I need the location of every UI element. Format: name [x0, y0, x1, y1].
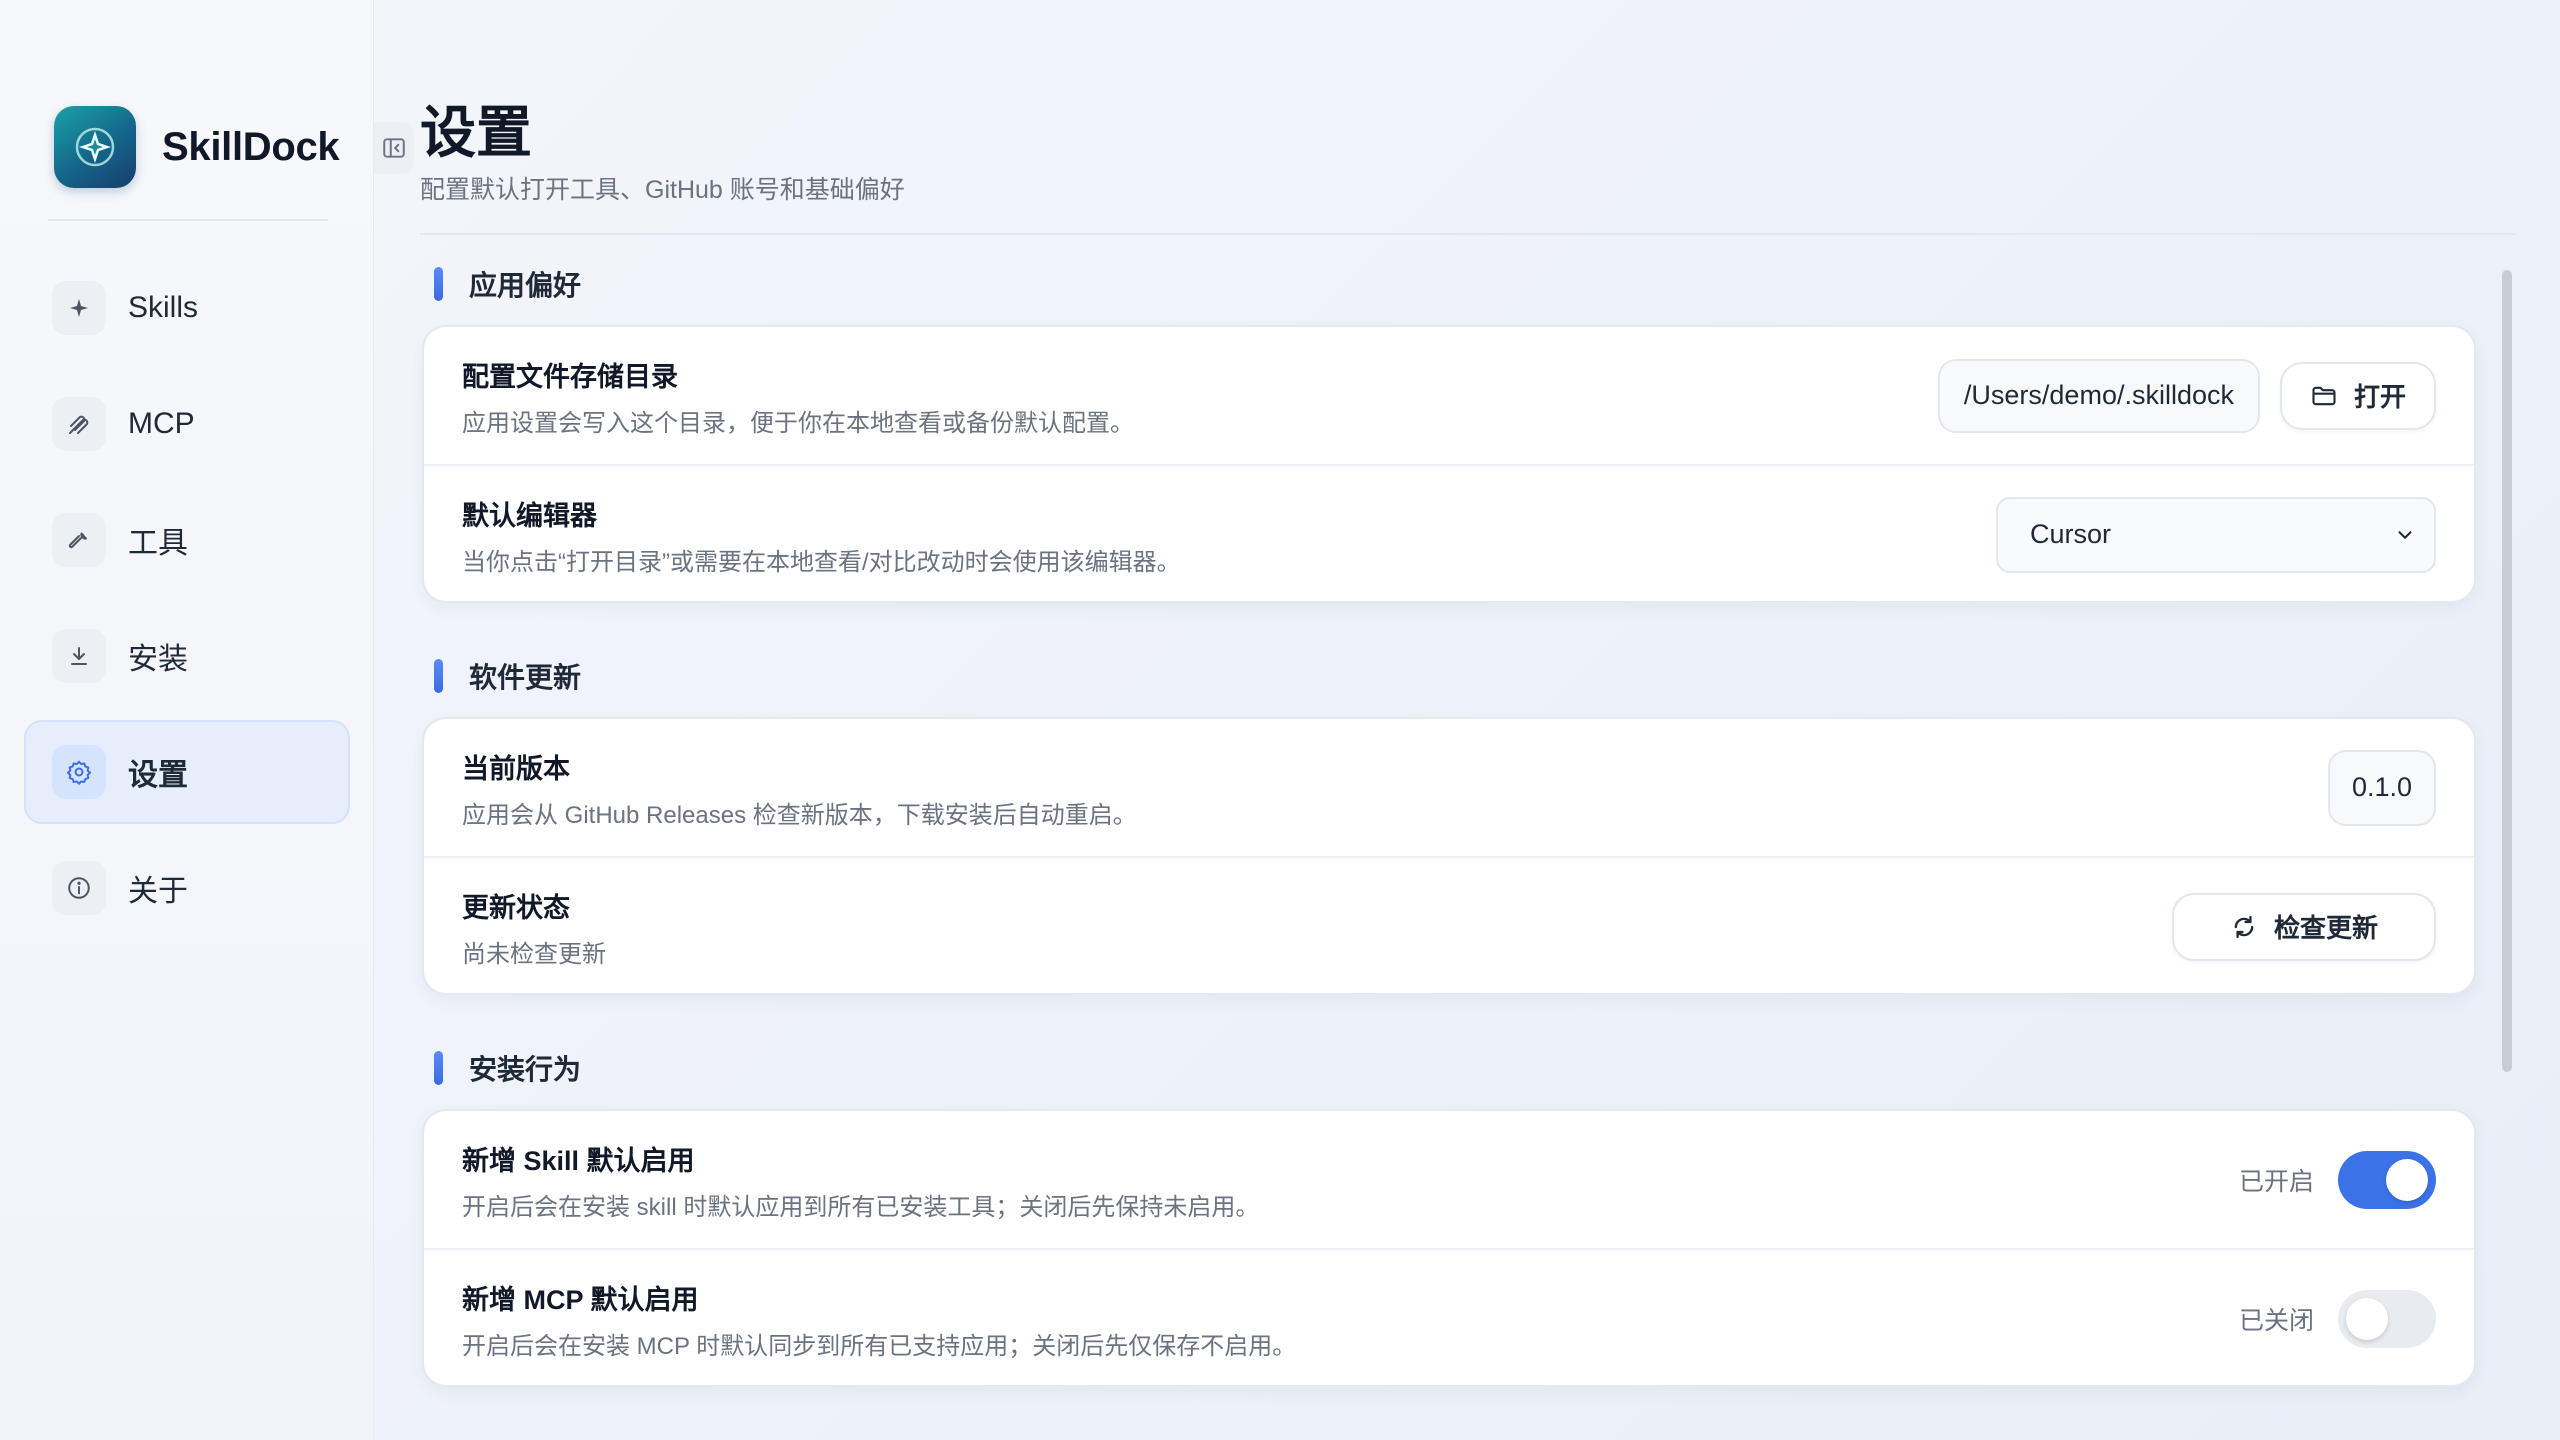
mcp-default-toggle[interactable]: [2338, 1289, 2436, 1348]
sidebar-item-label: 工具: [128, 527, 188, 560]
refresh-icon: [2234, 915, 2254, 938]
row-title: 当前版本: [462, 754, 570, 784]
section-title-text: 安装行为: [469, 1054, 582, 1085]
card-updates: 当前版本 应用会从 GitHub Releases 检查新版本，下载安装后自动重…: [422, 717, 2476, 995]
version-badge: 0.1.0: [2327, 749, 2436, 826]
row-update-status: 更新状态 尚未检查更新 检查更新: [424, 856, 2474, 993]
folder-icon: [2312, 386, 2336, 405]
sidebar-item-install[interactable]: 安装: [24, 604, 350, 708]
sidebar-item-settings[interactable]: 设置: [24, 720, 350, 824]
brand: SkillDock: [54, 106, 340, 188]
row-mcp-default: 新增 MCP 默认启用 开启后会在安装 MCP 时默认同步到所有已支持应用；关闭…: [424, 1248, 2474, 1385]
toggle-knob: [2386, 1158, 2428, 1201]
row-controls: 0.1.0: [2327, 719, 2436, 856]
page-subtitle: 配置默认打开工具、GitHub 账号和基础偏好: [420, 176, 905, 204]
vertical-scrollbar[interactable]: [2502, 270, 2512, 1072]
section-title-app-prefs: 应用偏好: [434, 264, 581, 304]
sidebar-item-about[interactable]: 关于: [24, 836, 350, 940]
open-folder-button[interactable]: 打开: [2280, 361, 2436, 430]
sidebar-item-mcp[interactable]: MCP: [24, 372, 350, 476]
plug-icon: [52, 397, 106, 451]
section-accent-bar: [434, 267, 443, 301]
card-install: 新增 Skill 默认启用 开启后会在安装 skill 时默认应用到所有已安装工…: [422, 1109, 2476, 1387]
sparkle-icon: [52, 281, 106, 335]
row-controls: 检查更新: [2172, 858, 2436, 995]
sidebar-nav: Skills MCP 工具 安装 设置 关于: [24, 256, 350, 952]
app-logo-icon: [54, 106, 136, 188]
section-accent-bar: [434, 1051, 443, 1085]
sidebar-item-label: 设置: [128, 759, 188, 792]
section-title-install: 安装行为: [434, 1048, 581, 1088]
toggle-knob: [2346, 1297, 2388, 1340]
row-skill-default: 新增 Skill 默认启用 开启后会在安装 skill 时默认应用到所有已安装工…: [424, 1111, 2474, 1248]
section-title-text: 应用偏好: [469, 270, 582, 301]
row-title: 默认编辑器: [462, 501, 597, 531]
row-title: 配置文件存储目录: [462, 362, 678, 392]
panel-collapse-icon: [383, 138, 405, 158]
card-app-prefs: 配置文件存储目录 应用设置会写入这个目录，便于你在本地查看或备份默认配置。 /U…: [422, 325, 2476, 603]
download-icon: [52, 629, 106, 683]
row-controls: 已开启: [2239, 1111, 2436, 1248]
row-controls: /Users/demo/.skilldock 打开: [1937, 327, 2436, 464]
row-desc: 开启后会在安装 MCP 时默认同步到所有已支持应用；关闭后先仅保存不启用。: [462, 1333, 1297, 1360]
check-update-button[interactable]: 检查更新: [2172, 892, 2436, 961]
sidebar-item-tools[interactable]: 工具: [24, 488, 350, 592]
row-desc: 开启后会在安装 skill 时默认应用到所有已安装工具；关闭后先保持未启用。: [462, 1194, 1260, 1221]
row-desc: 应用设置会写入这个目录，便于你在本地查看或备份默认配置。: [462, 410, 1134, 437]
row-config-dir: 配置文件存储目录 应用设置会写入这个目录，便于你在本地查看或备份默认配置。 /U…: [424, 327, 2474, 464]
check-update-label: 检查更新: [2273, 913, 2378, 943]
row-title: 新增 MCP 默认启用: [462, 1285, 699, 1315]
app-name: SkillDock: [162, 124, 340, 169]
config-dir-path: /Users/demo/.skilldock: [1937, 358, 2260, 433]
sidebar-divider: [48, 219, 328, 221]
sidebar-item-skills[interactable]: Skills: [24, 256, 350, 360]
row-default-editor: 默认编辑器 当你点击“打开目录”或需要在本地查看/对比改动时会使用该编辑器。 C…: [424, 464, 2474, 601]
row-title: 新增 Skill 默认启用: [462, 1146, 695, 1176]
toggle-state-label: 已开启: [2238, 1167, 2314, 1196]
row-desc: 当你点击“打开目录”或需要在本地查看/对比改动时会使用该编辑器。: [462, 549, 1181, 576]
main-content: 设置 配置默认打开工具、GitHub 账号和基础偏好 应用偏好 配置文件存储目录…: [420, 0, 2516, 1440]
section-title-updates: 软件更新: [434, 656, 581, 696]
editor-select[interactable]: Cursor: [1996, 496, 2436, 573]
open-folder-label: 打开: [2353, 382, 2406, 412]
row-current-version: 当前版本 应用会从 GitHub Releases 检查新版本，下载安装后自动重…: [424, 719, 2474, 856]
sidebar: SkillDock Skills MCP 工具 安装 设置 关于: [0, 0, 374, 1440]
toggle-state-label: 已关闭: [2238, 1306, 2314, 1335]
chevron-down-icon: [2398, 530, 2412, 539]
section-accent-bar: [434, 659, 443, 693]
info-icon: [52, 861, 106, 915]
sidebar-item-label: 关于: [128, 875, 188, 908]
row-desc: 应用会从 GitHub Releases 检查新版本，下载安装后自动重启。: [462, 802, 1137, 829]
page-title: 设置: [420, 101, 532, 164]
editor-select-value: Cursor: [2030, 519, 2112, 549]
row-desc: 尚未检查更新: [462, 941, 606, 968]
row-controls: Cursor: [1996, 466, 2436, 603]
gear-icon: [52, 745, 106, 799]
wrench-icon: [52, 513, 106, 567]
row-title: 更新状态: [462, 893, 570, 923]
sidebar-item-label: 安装: [128, 643, 188, 676]
sidebar-item-label: MCP: [128, 407, 195, 440]
section-title-text: 软件更新: [469, 662, 582, 693]
row-controls: 已关闭: [2239, 1250, 2436, 1387]
sidebar-collapse-button[interactable]: [374, 122, 414, 174]
sidebar-item-label: Skills: [128, 291, 199, 324]
skill-default-toggle[interactable]: [2338, 1150, 2436, 1209]
header-divider: [420, 233, 2516, 235]
